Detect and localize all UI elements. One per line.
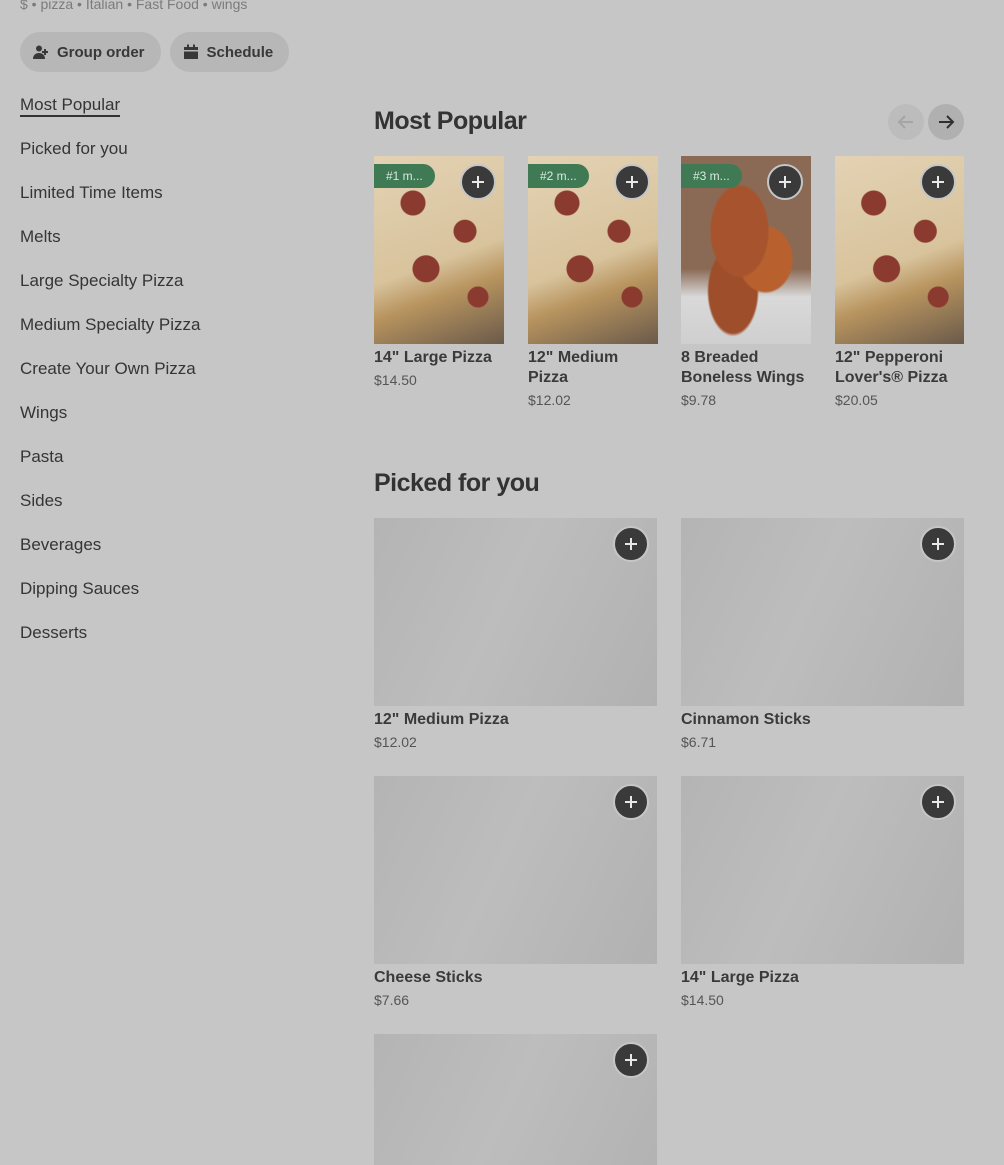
add-item-button[interactable] (767, 164, 803, 200)
item-name: 14" Large Pizza (374, 349, 492, 366)
add-item-button[interactable] (613, 526, 649, 562)
item-name: Cheese Sticks (374, 969, 483, 986)
carousel-prev-button[interactable] (888, 104, 924, 140)
nav-item-dipping-sauces[interactable]: Dipping Sauces (20, 577, 280, 621)
item-price: $12.02 (374, 734, 417, 750)
item-price: $9.78 (681, 392, 717, 408)
most-popular-carousel: #1 m... 14" Large Pizza $14.50 #2 m... 1… (374, 156, 964, 426)
nav-item-medium-specialty-pizza[interactable]: Medium Specialty Pizza (20, 313, 280, 357)
carousel-next-button[interactable] (928, 104, 964, 140)
menu-item-card[interactable]: Cinnamon Sticks $6.71 (681, 518, 964, 750)
plus-icon (625, 538, 637, 550)
group-order-button[interactable]: Group order (20, 32, 161, 72)
plus-icon (932, 538, 944, 550)
nav-item-pasta[interactable]: Pasta (20, 445, 280, 489)
item-name: 12" Pepperoni Lover's® Pizza (835, 349, 948, 386)
plus-icon (932, 176, 944, 188)
picked-for-you-heading: Picked for you (374, 469, 540, 497)
calendar-icon (183, 44, 199, 60)
nav-item-melts[interactable]: Melts (20, 225, 280, 269)
item-price: $12.02 (528, 392, 571, 408)
arrow-left-icon (897, 115, 913, 129)
item-name: 12" Medium Pizza (374, 711, 509, 728)
menu-item-card[interactable] (374, 1034, 657, 1165)
item-name: 14" Large Pizza (681, 969, 799, 986)
nav-item-picked-for-you[interactable]: Picked for you (20, 137, 280, 181)
item-price: $7.66 (374, 992, 410, 1008)
item-name: 8 Breaded Boneless Wings (681, 349, 805, 386)
item-image: #3 m... (681, 156, 811, 344)
group-order-label: Group order (57, 43, 145, 61)
add-item-button[interactable] (613, 1042, 649, 1078)
nav-item-wings[interactable]: Wings (20, 401, 280, 445)
rank-badge: #3 m... (681, 164, 742, 188)
plus-icon (626, 176, 638, 188)
add-item-button[interactable] (920, 526, 956, 562)
item-image: #1 m... (374, 156, 504, 344)
item-name: Cinnamon Sticks (681, 711, 811, 728)
item-name: 12" Medium Pizza (528, 349, 619, 386)
order-actions: Group order Schedule (20, 32, 290, 72)
item-price: $14.50 (681, 992, 724, 1008)
item-image-placeholder (374, 1034, 657, 1165)
menu-item-card[interactable]: 14" Large Pizza $14.50 (681, 776, 964, 1008)
item-price: $6.71 (681, 734, 717, 750)
menu-item-card[interactable]: #1 m... 14" Large Pizza $14.50 (374, 156, 504, 388)
item-image-placeholder (681, 518, 964, 706)
item-image (835, 156, 964, 344)
most-popular-heading: Most Popular (374, 107, 527, 135)
rank-badge: #2 m... (528, 164, 589, 188)
nav-item-desserts[interactable]: Desserts (20, 621, 280, 665)
plus-icon (625, 1054, 637, 1066)
nav-item-large-specialty-pizza[interactable]: Large Specialty Pizza (20, 269, 280, 313)
arrow-right-icon (939, 115, 955, 129)
item-price: $14.50 (374, 372, 417, 388)
plus-icon (932, 796, 944, 808)
menu-item-card[interactable]: #2 m... 12" Medium Pizza $12.02 (528, 156, 658, 408)
add-item-button[interactable] (613, 784, 649, 820)
plus-icon (625, 796, 637, 808)
nav-item-create-your-own-pizza[interactable]: Create Your Own Pizza (20, 357, 280, 401)
nav-item-beverages[interactable]: Beverages (20, 533, 280, 577)
add-item-button[interactable] (920, 164, 956, 200)
menu-item-card[interactable]: 12" Pepperoni Lover's® Pizza $20.05 (835, 156, 964, 408)
plus-icon (472, 176, 484, 188)
menu-item-card[interactable]: Cheese Sticks $7.66 (374, 776, 657, 1008)
nav-item-limited-time-items[interactable]: Limited Time Items (20, 181, 280, 225)
item-image-placeholder (374, 776, 657, 964)
add-item-button[interactable] (920, 784, 956, 820)
add-item-button[interactable] (614, 164, 650, 200)
add-item-button[interactable] (460, 164, 496, 200)
rank-badge: #1 m... (374, 164, 435, 188)
menu-item-card[interactable]: 12" Medium Pizza $12.02 (374, 518, 657, 750)
category-nav: Most Popular Picked for you Limited Time… (20, 93, 280, 665)
nav-item-sides[interactable]: Sides (20, 489, 280, 533)
item-image-placeholder (374, 518, 657, 706)
nav-item-most-popular[interactable]: Most Popular (20, 93, 280, 137)
item-image-placeholder (681, 776, 964, 964)
store-tagline: $ • pizza • Italian • Fast Food • wings (20, 0, 248, 12)
menu-item-card[interactable]: #3 m... 8 Breaded Boneless Wings $9.78 (681, 156, 811, 408)
item-image: #2 m... (528, 156, 658, 344)
plus-icon (779, 176, 791, 188)
item-price: $20.05 (835, 392, 878, 408)
schedule-label: Schedule (206, 43, 274, 61)
add-person-icon (33, 44, 49, 60)
schedule-button[interactable]: Schedule (169, 32, 290, 72)
